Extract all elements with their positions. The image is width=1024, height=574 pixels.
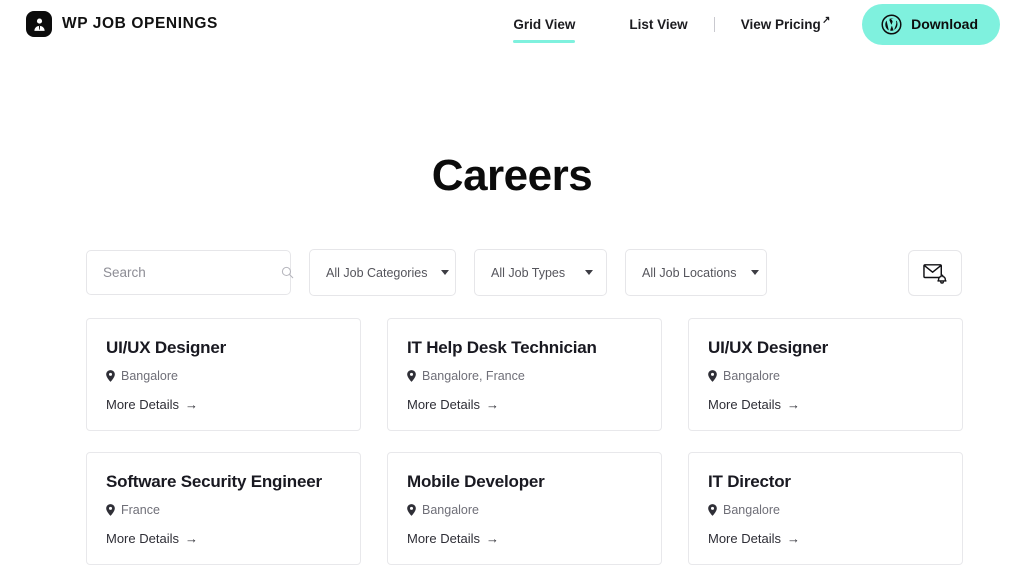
brand-name: WP JOB OPENINGS <box>62 15 218 32</box>
page-title: Careers <box>431 151 593 200</box>
arrow-right-icon: → <box>485 530 499 546</box>
job-title: IT Director <box>708 472 791 491</box>
chevron-down-icon <box>750 270 759 275</box>
job-location-row: Bangalore <box>407 503 639 517</box>
job-location: France <box>121 502 160 517</box>
more-details-link[interactable]: More Details → <box>407 397 499 412</box>
map-pin-icon <box>106 369 115 382</box>
more-details-label: More Details <box>407 530 480 546</box>
more-details-label: More Details <box>407 396 480 412</box>
job-title: UI/UX Designer <box>708 338 829 357</box>
job-card[interactable]: Mobile Developer Bangalore More Details … <box>387 452 662 565</box>
nav-divider <box>713 16 715 32</box>
more-details-label: More Details <box>106 530 179 546</box>
wordpress-icon <box>881 13 902 35</box>
job-location: Bangalore <box>723 502 780 517</box>
more-details-link[interactable]: More Details → <box>708 397 800 412</box>
person-avatar-icon <box>26 11 52 37</box>
search-icon <box>280 265 295 280</box>
filter-bar: All Job Categories All Job Types All Job… <box>0 249 1024 296</box>
download-button-label: Download <box>911 16 978 32</box>
job-types-select-label: All Job Types <box>491 265 566 280</box>
job-title: Mobile Developer <box>407 472 545 491</box>
more-details-link[interactable]: More Details → <box>708 531 800 546</box>
job-card[interactable]: IT Help Desk Technician Bangalore, Franc… <box>387 318 662 431</box>
chevron-down-icon <box>585 270 593 275</box>
search-box[interactable] <box>86 250 294 295</box>
job-title: IT Help Desk Technician <box>407 338 597 357</box>
more-details-link[interactable]: More Details → <box>106 531 198 546</box>
nav-list-view[interactable]: List View <box>629 13 687 36</box>
job-card[interactable]: UI/UX Designer Bangalore More Details → <box>688 318 963 431</box>
search-input[interactable] <box>103 265 280 280</box>
more-details-label: More Details <box>708 396 781 412</box>
more-details-label: More Details <box>106 396 179 412</box>
job-card[interactable]: IT Director Bangalore More Details → <box>688 452 963 565</box>
arrow-right-icon: → <box>786 530 800 546</box>
download-button[interactable]: Download <box>862 3 1000 45</box>
mail-bell-alert-icon <box>922 262 948 284</box>
job-location: Bangalore, France <box>422 368 525 383</box>
arrow-right-icon: → <box>184 530 198 546</box>
main-nav: Grid View List View View Pricing ↗ Downl… <box>513 3 1000 45</box>
job-card[interactable]: UI/UX Designer Bangalore More Details → <box>86 318 361 431</box>
job-location: Bangalore <box>422 502 479 517</box>
job-locations-select[interactable]: All Job Locations <box>625 249 767 296</box>
map-pin-icon <box>106 503 115 516</box>
chevron-down-icon <box>441 270 450 275</box>
job-alert-button[interactable] <box>908 249 962 296</box>
nav-grid-view[interactable]: Grid View <box>513 13 576 43</box>
map-pin-icon <box>708 369 717 382</box>
job-location-row: Bangalore <box>708 503 940 517</box>
nav-view-pricing[interactable]: View Pricing ↗ <box>740 13 831 36</box>
nav-view-pricing-label: View Pricing <box>740 16 821 32</box>
arrow-right-icon: → <box>485 396 499 412</box>
job-location-row: Bangalore, France <box>407 369 639 383</box>
more-details-link[interactable]: More Details → <box>407 531 499 546</box>
job-location: Bangalore <box>121 368 178 383</box>
arrow-right-icon: → <box>786 396 800 412</box>
job-location-row: Bangalore <box>708 369 940 383</box>
job-locations-select-label: All Job Locations <box>642 265 737 280</box>
map-pin-icon <box>708 503 717 516</box>
map-pin-icon <box>407 503 416 516</box>
map-pin-icon <box>407 369 416 382</box>
external-link-arrow-icon: ↗ <box>821 14 831 26</box>
job-grid: UI/UX Designer Bangalore More Details → … <box>0 318 1024 565</box>
more-details-link[interactable]: More Details → <box>106 397 198 412</box>
site-header: WP JOB OPENINGS Grid View List View View… <box>0 0 1024 48</box>
arrow-right-icon: → <box>184 396 198 412</box>
job-location-row: Bangalore <box>106 369 338 383</box>
job-location: Bangalore <box>723 368 780 383</box>
job-title: Software Security Engineer <box>106 472 322 491</box>
brand-logo[interactable]: WP JOB OPENINGS <box>26 11 218 37</box>
job-title: UI/UX Designer <box>106 338 227 357</box>
job-categories-select[interactable]: All Job Categories <box>309 249 456 296</box>
job-card[interactable]: Software Security Engineer France More D… <box>86 452 361 565</box>
job-location-row: France <box>106 503 338 517</box>
job-categories-select-label: All Job Categories <box>326 265 428 280</box>
job-types-select[interactable]: All Job Types <box>474 249 607 296</box>
more-details-label: More Details <box>708 530 781 546</box>
